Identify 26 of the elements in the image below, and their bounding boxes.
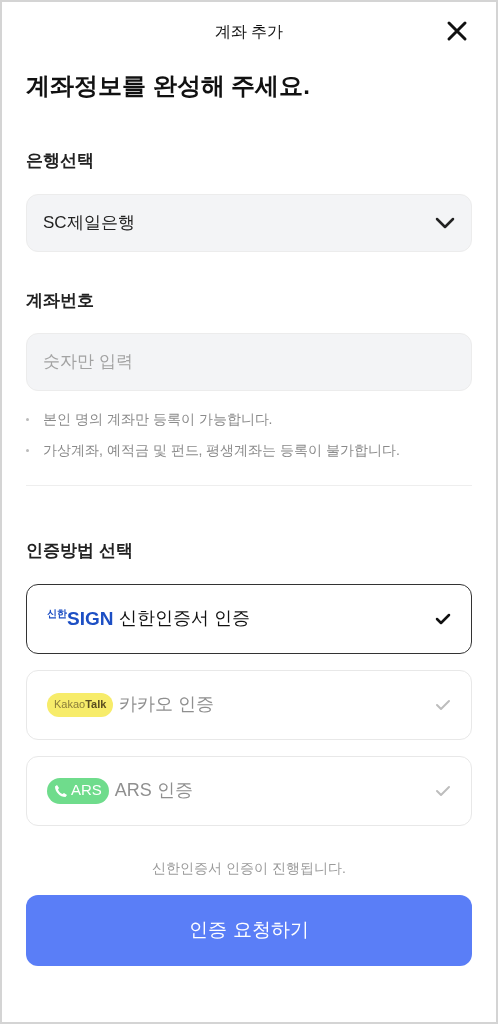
option-label: 신한인증서 인증 [119, 607, 252, 630]
option-label: 카카오 인증 [119, 693, 216, 716]
check-icon [435, 784, 451, 797]
note-text: 가상계좌, 예적금 및 펀드, 평생계좌는 등록이 불가합니다. [43, 441, 400, 460]
section-label: 인증방법 선택 [26, 540, 134, 562]
auth-option[interactable]: KakaoTalk 카카오 인증 [26, 669, 472, 740]
field-label: 계좌번호 [26, 289, 95, 312]
bank-select[interactable]: SC제일은행 [26, 193, 472, 252]
heading: 계좌정보를 완성해 주세요. [26, 71, 311, 101]
chevron-down-icon [435, 216, 455, 229]
close-icon [446, 20, 468, 42]
bullet-icon [26, 418, 29, 421]
kakaotalk-badge: KakaoTalk [47, 692, 114, 717]
info-text: 신한인증서 인증이 진행됩니다. [151, 858, 347, 878]
check-icon [435, 698, 451, 711]
phone-icon [54, 783, 68, 798]
ars-badge: ARS [47, 777, 109, 804]
option-label: ARS 인증 [114, 779, 194, 802]
check-icon [435, 612, 451, 625]
account-number-field[interactable]: 숫자만 입력 [26, 333, 472, 391]
field-label: 은행선택 [26, 150, 95, 172]
page-title: 계좌 추가 [214, 22, 284, 42]
note-text: 본인 명의 계좌만 등록이 가능합니다. [43, 410, 273, 429]
bullet-icon [26, 449, 29, 452]
selected-value: SC제일은행 [43, 211, 135, 234]
submit-button[interactable]: 인증 요청하기 [26, 894, 472, 966]
